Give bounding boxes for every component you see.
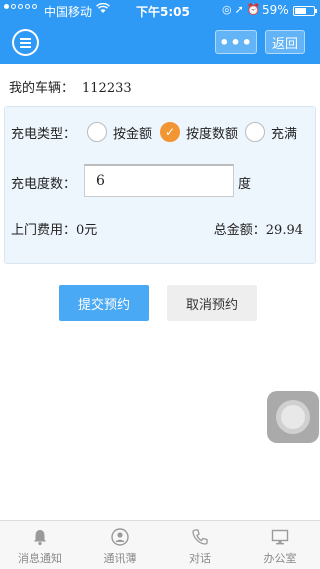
bottom-tab-bar: 消息通知 通讯薄 对话 办公室 [0, 520, 320, 569]
rotation-lock-icon: ◎ [222, 3, 235, 16]
radio-checked-icon: ✓ [160, 122, 180, 142]
tab-chat[interactable]: 对话 [160, 521, 240, 569]
charge-type-label: 充电类型： [11, 127, 77, 142]
status-icons: ◎➚⏰ [222, 3, 264, 16]
tab-contacts[interactable]: 通讯薄 [80, 521, 160, 569]
back-button[interactable]: 返回 [265, 30, 305, 54]
radio-unchecked-icon [245, 122, 265, 142]
hamburger-icon [14, 31, 37, 54]
radio-unchecked-icon [87, 122, 107, 142]
total-amount-row: 总金额：29.94 [214, 219, 303, 238]
menu-button[interactable] [12, 29, 39, 56]
bell-icon [31, 528, 49, 546]
degrees-label: 充电度数： [11, 177, 77, 192]
clock-time: 下午5:05 [136, 5, 190, 19]
charge-type-option-full[interactable]: 充满 [245, 122, 297, 142]
location-icon: ➚ [234, 3, 247, 16]
battery-percent: 59% [262, 3, 289, 17]
submit-booking-button[interactable]: 提交预约 [59, 285, 149, 321]
app-header: ••• 返回 [0, 20, 320, 64]
degrees-unit: 度 [238, 177, 252, 192]
total-amount-label: 总金额： [213, 223, 266, 238]
tab-office[interactable]: 办公室 [240, 521, 320, 569]
door-fee-row: 上门费用：0元 [11, 219, 97, 238]
charge-type-option-amount[interactable]: 按金额 [87, 122, 152, 142]
carrier-name: 中国移动 [44, 5, 93, 19]
assistive-touch-button[interactable] [267, 391, 319, 443]
charge-type-option-label: 按金额 [113, 126, 153, 142]
monitor-icon [271, 528, 289, 546]
contact-icon [111, 528, 129, 546]
signal-strength-icon [4, 4, 37, 9]
charge-type-option-label: 充满 [271, 126, 298, 142]
battery-icon [293, 6, 317, 16]
more-options-button[interactable]: ••• [215, 30, 257, 54]
wifi-icon [96, 2, 110, 17]
vehicle-label: 我的车辆： [9, 81, 75, 96]
tab-label: 通讯薄 [103, 552, 137, 565]
tab-label: 办公室 [263, 552, 297, 565]
door-fee-value: 0元 [76, 223, 98, 238]
charge-form-panel: 充电类型： 按金额 ✓ 按度数额 充满 充电度数： 度 上门费用：0元 总金额：… [4, 106, 316, 264]
cancel-booking-button[interactable]: 取消预约 [167, 285, 257, 321]
degrees-input[interactable] [84, 164, 234, 197]
door-fee-label: 上门费用： [11, 223, 77, 238]
tab-label: 消息通知 [18, 552, 62, 565]
tab-notifications[interactable]: 消息通知 [0, 521, 80, 569]
vehicle-row: 我的车辆： 112233 [9, 77, 132, 96]
phone-icon [191, 528, 209, 546]
charge-type-option-label: 按度数额 [186, 126, 239, 142]
tab-label: 对话 [189, 552, 211, 565]
status-bar: 中国移动 下午5:05 ◎➚⏰ 59% [0, 0, 320, 20]
total-amount-value: 29.94 [265, 223, 303, 238]
charge-type-option-degrees[interactable]: ✓ 按度数额 [160, 122, 238, 142]
vehicle-value: 112233 [82, 81, 132, 96]
